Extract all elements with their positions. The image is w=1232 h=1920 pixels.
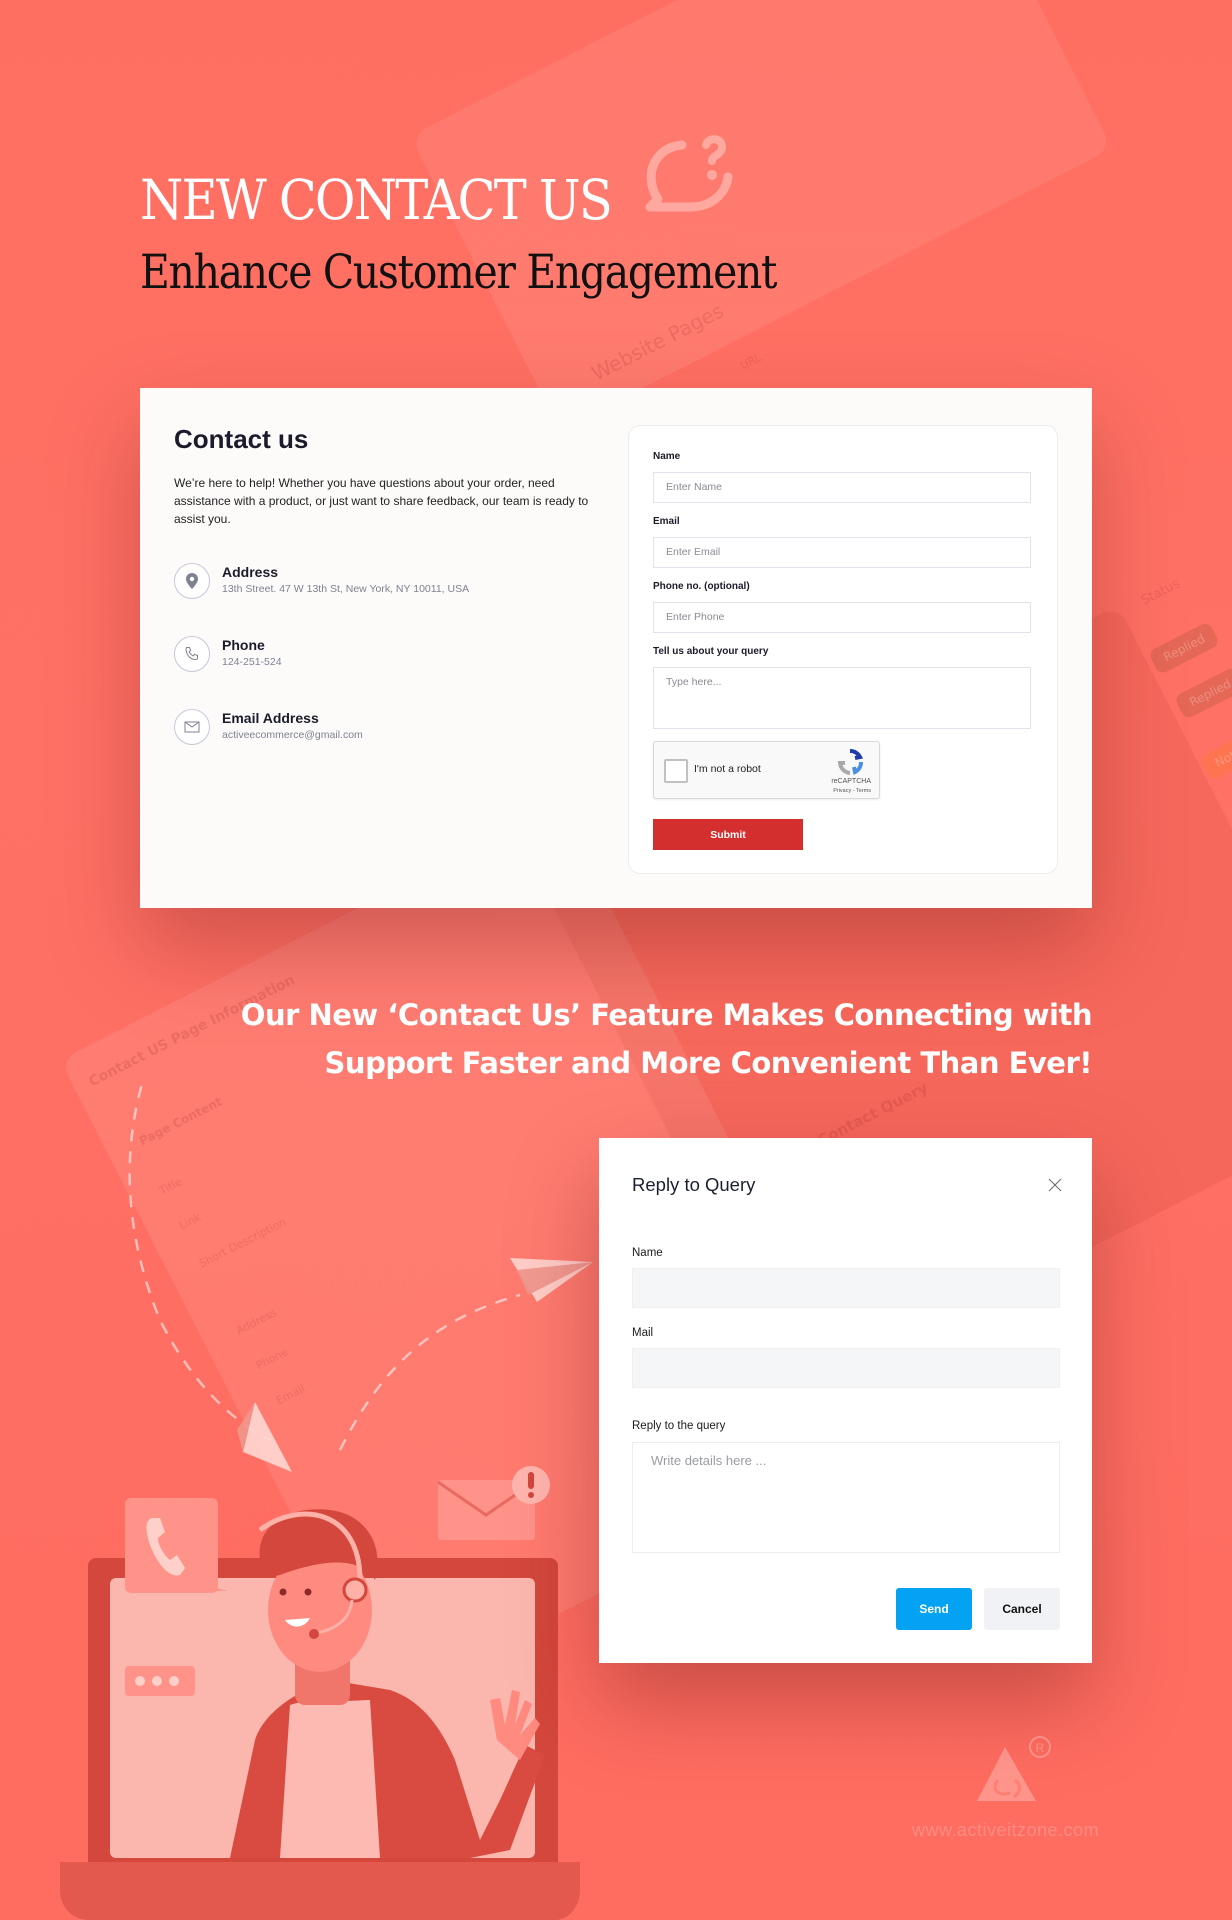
- recaptcha-terms[interactable]: Privacy - Terms: [833, 788, 871, 794]
- dashed-path-left: [128, 1080, 271, 1442]
- phone-icon: [174, 636, 210, 672]
- phone-input[interactable]: Enter Phone: [653, 602, 1031, 633]
- ghost-text-status: Status: [1138, 576, 1183, 609]
- contact-us-card: Contact us We’re here to help! Whether y…: [140, 388, 1092, 908]
- laptop-base: [60, 1862, 580, 1920]
- contact-us-intro: We’re here to help! Whether you have que…: [174, 476, 589, 526]
- chat-question-icon: [645, 135, 733, 212]
- cancel-button[interactable]: Cancel: [984, 1588, 1060, 1630]
- email-input[interactable]: Enter Email: [653, 537, 1031, 568]
- hero-subtitle: Enhance Customer Engagement: [140, 245, 777, 300]
- recaptcha-logo-icon: [837, 749, 863, 775]
- activeitzone-logo-icon: R: [977, 1736, 1051, 1801]
- query-label: Tell us about your query: [653, 646, 769, 657]
- modal-reply-textarea[interactable]: Write details here ...: [632, 1442, 1060, 1553]
- mail-icon: [174, 709, 210, 745]
- reply-to-query-modal: Reply to Query Name Mail Reply to the qu…: [599, 1138, 1092, 1663]
- name-input[interactable]: Enter Name: [653, 472, 1031, 503]
- send-button[interactable]: Send: [896, 1588, 972, 1630]
- location-pin-icon: [174, 563, 210, 599]
- paper-plane-icon-left: [237, 1402, 292, 1472]
- paper-plane-icon-right: [510, 1258, 593, 1302]
- recaptcha-brand: reCAPTCHA: [831, 778, 871, 785]
- feature-headline-line2: Support Faster and More Convenient Than …: [324, 1046, 1093, 1080]
- ghost-badge-not-replied: Not Replied: [1199, 715, 1232, 781]
- headset-ear: [342, 1577, 368, 1603]
- brand-url[interactable]: www.activeitzone.com: [912, 1820, 1099, 1841]
- ghost-badge-replied-2: Replied: [1173, 665, 1232, 721]
- modal-name-input[interactable]: [632, 1268, 1060, 1308]
- query-textarea[interactable]: Type here...: [653, 667, 1031, 729]
- close-icon[interactable]: [1048, 1178, 1062, 1192]
- email-value: activeecommerce@gmail.com: [222, 729, 363, 741]
- agent-shirt: [280, 1700, 380, 1858]
- address-value: 13th Street. 47 W 13th St, New York, NY …: [222, 583, 470, 595]
- ghost-text-url: URL: [738, 350, 764, 373]
- contact-form: Name Enter Name Email Enter Email Phone …: [628, 425, 1058, 874]
- recaptcha-widget: I'm not a robot reCAPTCHA Privacy - Term…: [653, 741, 880, 799]
- email-title: Email Address: [222, 710, 319, 726]
- dashed-path-right: [338, 1293, 521, 1451]
- agent-eye-left: [279, 1588, 287, 1596]
- modal-reply-label: Reply to the query: [632, 1420, 726, 1432]
- recaptcha-label: I'm not a robot: [694, 763, 761, 775]
- ghost-badge-replied-1: Replied: [1147, 620, 1221, 676]
- modal-mail-input[interactable]: [632, 1348, 1060, 1388]
- submit-button[interactable]: Submit: [653, 819, 803, 850]
- phone-bubble: [125, 1498, 218, 1593]
- hero-title: NEW CONTACT US: [140, 168, 613, 232]
- name-label: Name: [653, 451, 681, 462]
- address-title: Address: [222, 564, 279, 580]
- phone-title: Phone: [222, 637, 265, 653]
- phone-label: Phone no. (optional): [653, 581, 750, 592]
- svg-text:R: R: [1036, 1741, 1045, 1755]
- email-label: Email: [653, 516, 680, 527]
- phone-value: 124-251-524: [222, 656, 282, 668]
- modal-title: Reply to Query: [632, 1174, 756, 1195]
- feature-headline-line1: Our New ‘Contact Us’ Feature Makes Conne…: [240, 998, 1093, 1032]
- agent-eye-right: [304, 1588, 312, 1596]
- contact-us-heading: Contact us: [174, 424, 309, 454]
- support-agent-illustration: [60, 1080, 593, 1920]
- recaptcha-checkbox[interactable]: [664, 759, 688, 783]
- modal-name-label: Name: [632, 1247, 663, 1259]
- modal-mail-label: Mail: [632, 1327, 654, 1339]
